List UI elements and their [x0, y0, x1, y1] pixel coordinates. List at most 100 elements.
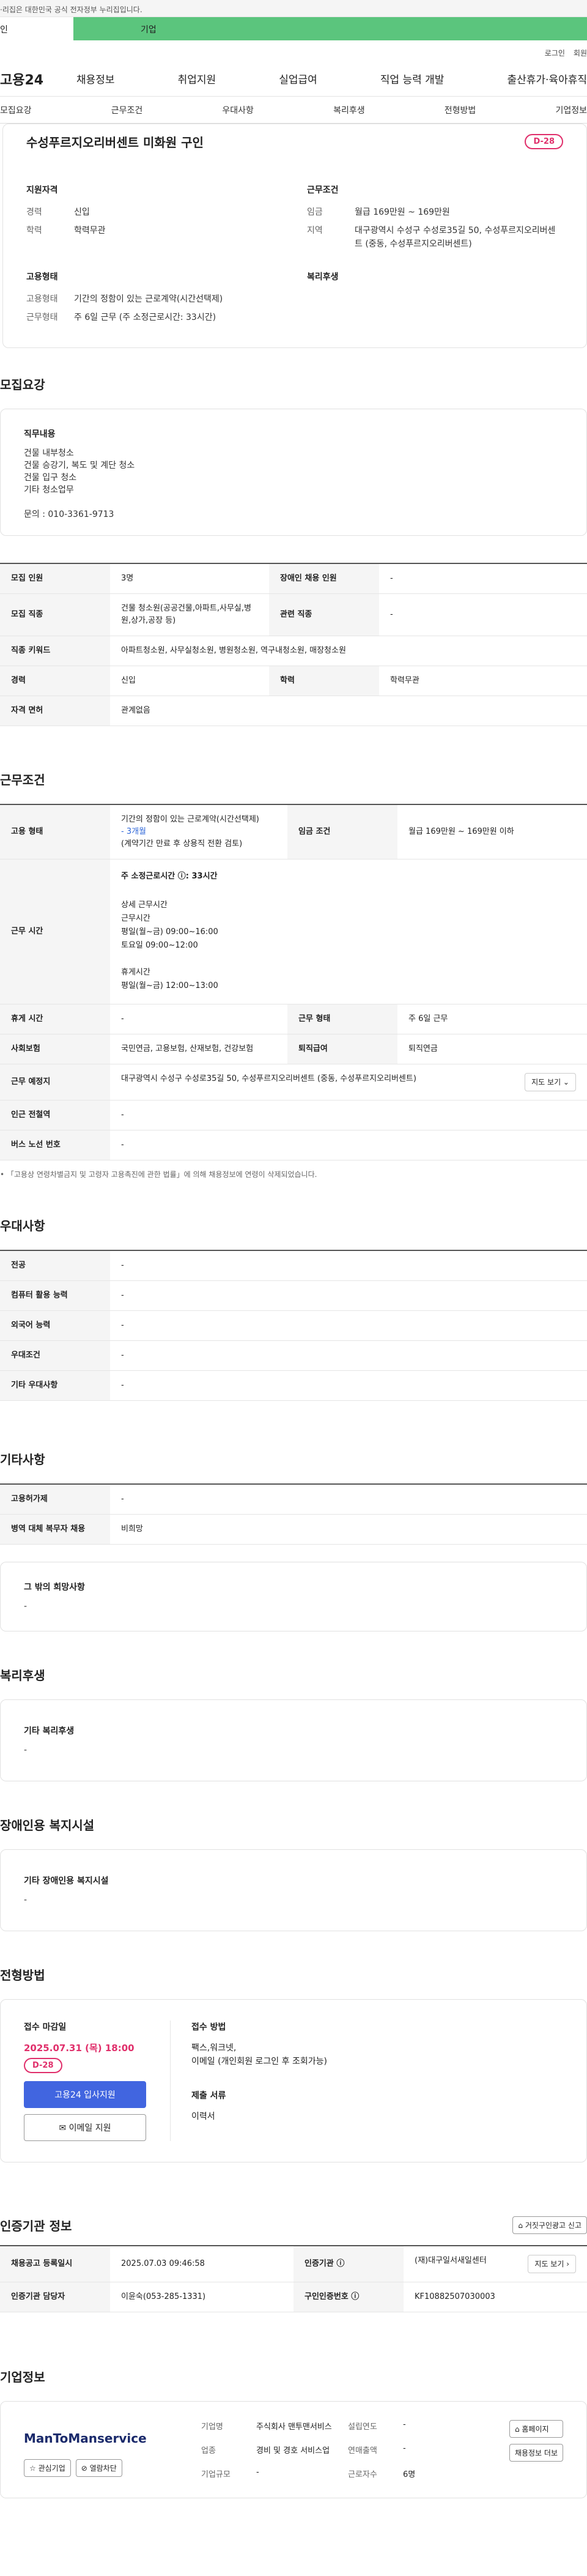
- company-info-value: 경비 및 경호 서비스업: [256, 2446, 330, 2455]
- company-info-label: 업종: [201, 2446, 216, 2455]
- table-header: 모집 인원: [0, 563, 110, 594]
- table-header: 컴퓨터 활용 능력: [0, 1280, 110, 1311]
- table-header: 사회보험: [0, 1034, 110, 1064]
- gov-banner: ·리집은 대한민국 공식 전자정부 누리집입니다.: [0, 0, 587, 17]
- contract-note: (계약기간 만료 후 상용직 전환 검토): [121, 839, 243, 848]
- job-summary-card: 수성푸르지오리버센트 미화원 구인 D-28 지원자격 경력 신입 학력 학력무관 …: [2, 124, 587, 348]
- gnb-item-jobs[interactable]: 채용정보: [76, 71, 115, 86]
- table-cell: 비희망: [110, 1514, 587, 1545]
- table-header: 모집 직종: [0, 593, 110, 636]
- table-header: 버스 노선 번호: [0, 1130, 110, 1160]
- company-info-label: 연매출액: [348, 2446, 377, 2455]
- tab-personal[interactable]: 인: [0, 17, 73, 40]
- block-company-button[interactable]: ⊘ 열람차단: [75, 2459, 122, 2477]
- table-cell: 퇴직연금: [397, 1034, 587, 1064]
- table-row: 외국어 능력 -: [0, 1310, 587, 1341]
- table-header: 기타 우대사항: [0, 1370, 110, 1401]
- table-row: 인근 전철역 -: [0, 1100, 587, 1130]
- table-header: 인증기관 ⓘ: [294, 2246, 404, 2282]
- more-jobs-button[interactable]: 채용정보 더보: [509, 2444, 563, 2462]
- summary-label: 지역: [307, 226, 323, 236]
- summary-qualification-heading: 지원자격: [26, 185, 58, 195]
- company-info-label: 근로자수: [348, 2470, 377, 2479]
- company-info-label: 기업규모: [201, 2470, 231, 2479]
- table-row: 컴퓨터 활용 능력 -: [0, 1280, 587, 1311]
- site-logo[interactable]: 고용24: [0, 69, 76, 89]
- table-cell: 월급 169만원 ~ 169만원 이하: [397, 804, 587, 859]
- map-toggle-button[interactable]: 지도 보기 ⌄: [525, 1073, 576, 1091]
- table-header: 인증기관 담당자: [0, 2282, 110, 2312]
- anchor-company[interactable]: 기업정보: [555, 104, 587, 116]
- pref-section-title: 우대사항: [0, 1219, 45, 1233]
- disabled-card-label: 기타 장애인용 복지시설: [24, 1876, 109, 1886]
- homepage-button[interactable]: ⌂ 홈페이지: [509, 2420, 563, 2438]
- gnb-item-parental-leave[interactable]: 출산휴가·육아휴직: [507, 71, 587, 86]
- duty-label: 직무내용: [24, 429, 56, 439]
- summary-label: 고용형태: [26, 294, 58, 304]
- report-false-ad-button[interactable]: ⌂ 거짓구인광고 신고: [512, 2216, 587, 2234]
- summary-value: 신입: [74, 207, 90, 217]
- apply-button[interactable]: 고용24 입사지원: [24, 2081, 146, 2108]
- signup-link[interactable]: 회원: [574, 48, 587, 61]
- summary-label: 임금: [307, 207, 323, 217]
- summary-qualification: 지원자격 경력 신입 학력 학력무관: [26, 184, 282, 256]
- tab-company[interactable]: 기업: [73, 17, 214, 40]
- agency-table: 채용공고 등록일시 2025.07.03 09:46:58 인증기관 ⓘ (재)…: [0, 2245, 587, 2312]
- table-row: 휴게 시간 - 근무 형태 주 6일 근무: [0, 1004, 587, 1034]
- method-label: 접수 방법: [191, 2022, 226, 2032]
- table-cell: 학력무관: [379, 666, 587, 696]
- disabled-section-title: 장애인용 복지시설: [0, 1818, 95, 1833]
- table-cell: 신입: [110, 666, 269, 696]
- gnb-item-unemployment-benefit[interactable]: 실업급여: [279, 71, 317, 86]
- table-header: 외국어 능력: [0, 1310, 110, 1341]
- company-logo: ManToManservice: [24, 2431, 147, 2446]
- summary-welfare: 복리후생: [307, 270, 563, 329]
- anchor-process[interactable]: 전형방법: [445, 104, 476, 116]
- section-anchor-nav: 모집요강 근무조건 우대사항 복리후생 전형방법 기업정보: [0, 97, 587, 124]
- favorite-company-button[interactable]: ☆ 관심기업: [24, 2459, 71, 2477]
- table-header: 관련 직종: [269, 593, 379, 636]
- table-cell: (재)대구일서새일센터 지도 보기 ›: [404, 2246, 587, 2282]
- table-row: 고용 형태 기간의 정함이 있는 근로계약(시간선택제) - 3개월 (계약기간…: [0, 804, 587, 859]
- contract-period: - 3개월: [121, 827, 147, 836]
- table-cell: -: [110, 1280, 587, 1311]
- email-apply-button[interactable]: ✉ 이메일 지원: [24, 2114, 146, 2141]
- table-header: 휴게 시간: [0, 1004, 110, 1034]
- table-header: 근무 시간: [0, 859, 110, 1004]
- company-info-value: -: [403, 2420, 406, 2429]
- anchor-welfare[interactable]: 복리후생: [333, 104, 365, 116]
- company-info-label: 설립연도: [348, 2422, 377, 2432]
- anchor-conditions[interactable]: 근무조건: [111, 104, 143, 116]
- gnb-item-employment-support[interactable]: 취업지원: [178, 71, 216, 86]
- summary-employment-heading: 고용형태: [26, 272, 58, 282]
- login-link[interactable]: 로그인: [545, 48, 565, 61]
- summary-employment: 고용형태 고용형태 기간의 정함이 있는 근로계약(시간선택제) 근무형태 주 6일…: [26, 270, 282, 329]
- company-info-value: -: [256, 2468, 259, 2477]
- agency-map-button[interactable]: 지도 보기 ›: [528, 2255, 576, 2273]
- agency-name: (재)대구일서새일센터: [415, 2256, 487, 2265]
- summary-label: 경력: [26, 207, 42, 217]
- table-cell: 주 6일 근무: [397, 1004, 587, 1034]
- summary-value: 대구광역시 수성구 수성로35길 50, 수성푸르지오리버센트 (중동, 수성푸…: [355, 226, 556, 249]
- table-row: 경력 신입 학력 학력무관: [0, 666, 587, 696]
- company-info-value: 6명: [403, 2470, 416, 2479]
- anchor-recruit[interactable]: 모집요강: [0, 104, 32, 116]
- gnb-item-vocational-training[interactable]: 직업 능력 개발: [380, 71, 445, 86]
- global-nav: 고용24 채용정보 취업지원 실업급여 직업 능력 개발 출산휴가·육아휴직: [0, 61, 587, 97]
- table-cell: -: [110, 1340, 587, 1371]
- summary-label: 근무형태: [26, 313, 58, 322]
- anchor-preferences[interactable]: 우대사항: [222, 104, 254, 116]
- table-cell: 관계없음: [110, 696, 587, 726]
- apply-deadline-block: 접수 마감일 2025.07.31 (목) 18:00 D-28 고용24 입사…: [24, 2021, 171, 2141]
- company-info-value: -: [403, 2444, 406, 2453]
- table-header: 장애인 채용 인원: [269, 563, 379, 594]
- disabled-card-body: -: [24, 1895, 28, 1905]
- table-cell: -: [110, 1484, 587, 1515]
- table-cell: KF10882507030003: [404, 2282, 587, 2312]
- benefit-card-label: 기타 복리후생: [24, 1726, 75, 1736]
- table-header: 근무 예정지: [0, 1064, 110, 1101]
- table-cell: -: [379, 563, 587, 594]
- duty-card: 직무내용 건물 내부청소 건물 승강기, 복도 및 계단 청소 건물 입구 청소…: [0, 409, 587, 536]
- company-info-label: 기업명: [201, 2422, 223, 2432]
- summary-welfare-heading: 복리후생: [307, 272, 339, 282]
